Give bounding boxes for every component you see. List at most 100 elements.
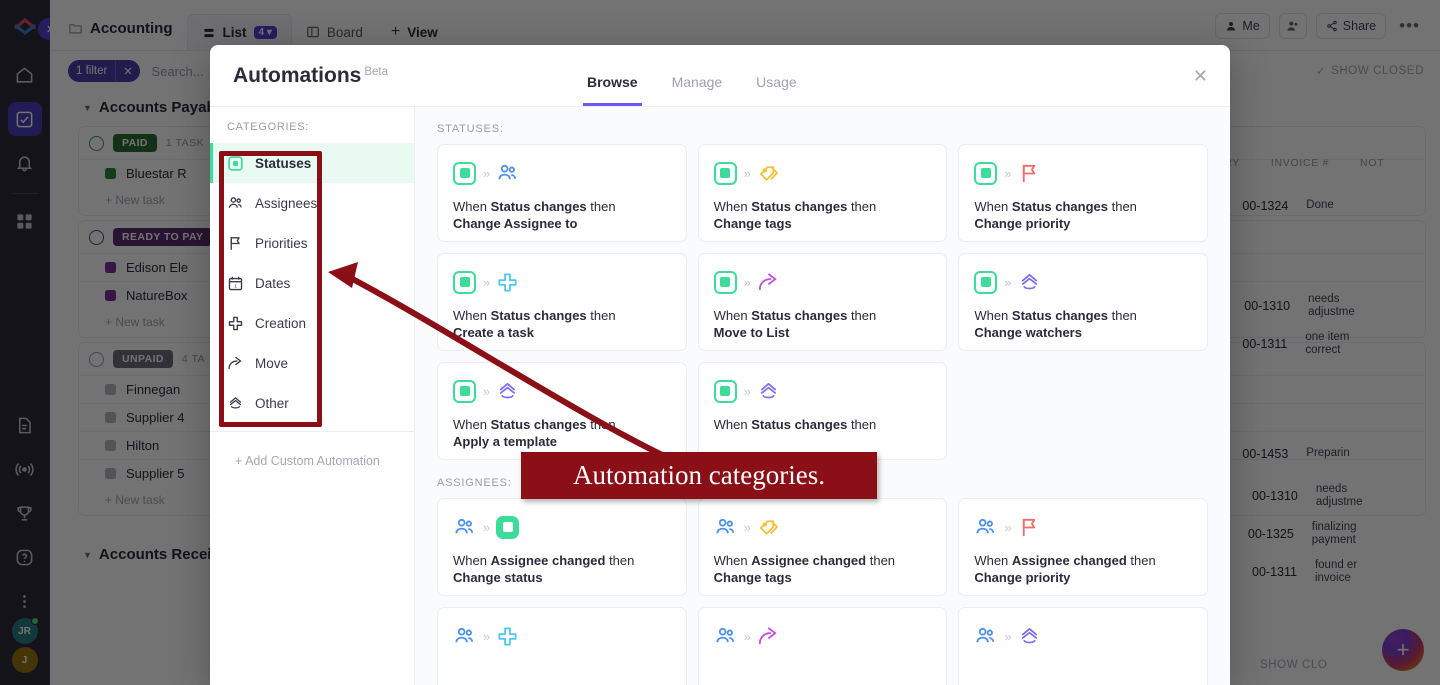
card-text: When Status changes then Change tags bbox=[714, 198, 932, 232]
automation-card[interactable]: » When Assignee changed then Change tags bbox=[697, 498, 948, 596]
trigger-suffix: then bbox=[586, 308, 616, 323]
chevrons-right-icon: » bbox=[1004, 519, 1011, 535]
svg-text:1: 1 bbox=[234, 283, 237, 289]
automation-card[interactable]: » When Status changes then Change tags bbox=[697, 144, 948, 242]
automation-card[interactable]: » When Status changes then Change watche… bbox=[958, 253, 1208, 351]
people-icon bbox=[498, 164, 517, 179]
status-icon bbox=[974, 270, 998, 294]
card-text: When Status changes then Move to List bbox=[714, 307, 932, 341]
action-name: Change watchers bbox=[974, 325, 1082, 341]
sidebar-item-creation[interactable]: Creation bbox=[210, 303, 414, 343]
automation-card[interactable]: » When Status changes then Move to List bbox=[697, 253, 948, 351]
status-icon bbox=[453, 379, 476, 403]
action-name: Apply a template bbox=[453, 434, 558, 450]
trigger-suffix: then bbox=[866, 553, 896, 568]
card-icons: » bbox=[974, 270, 1192, 294]
tab-manage[interactable]: Manage bbox=[668, 74, 727, 106]
chevrons-right-icon: » bbox=[1004, 165, 1011, 181]
trigger-prefix: When bbox=[713, 417, 752, 432]
trigger-suffix: then bbox=[1108, 199, 1137, 214]
chevrons-right-icon: » bbox=[483, 274, 490, 290]
trigger-suffix: then bbox=[1108, 308, 1137, 323]
tab-browse[interactable]: Browse bbox=[583, 74, 642, 106]
trigger-prefix: When bbox=[453, 308, 491, 323]
statuses-card-grid: » When Status changes then Change Assign… bbox=[437, 144, 1208, 460]
automation-card[interactable]: » When Status changes then Apply a templ… bbox=[437, 362, 687, 460]
card-text: When Status changes then Change watchers bbox=[974, 307, 1192, 341]
sidebar-item-other[interactable]: Other bbox=[210, 383, 414, 423]
assignees-card-grid: » When Assignee changed then Change stat… bbox=[437, 498, 1208, 685]
chevrons-right-icon: » bbox=[743, 165, 751, 181]
share-arrow-icon bbox=[227, 355, 244, 372]
people-icon bbox=[716, 518, 734, 533]
trigger-name: Status changes bbox=[490, 308, 587, 323]
share-arrow-icon bbox=[758, 626, 777, 644]
sidebar-item-label: Move bbox=[255, 355, 289, 371]
card-icons: » bbox=[453, 624, 671, 648]
sidebar-item-statuses[interactable]: Statuses bbox=[210, 143, 414, 183]
automations-browser: STATUSES: » When Status changes then Cha… bbox=[415, 107, 1230, 685]
chevrons-right-icon: » bbox=[1004, 274, 1011, 290]
tab-usage[interactable]: Usage bbox=[752, 74, 800, 106]
card-text: When Assignee changed then Change status bbox=[453, 552, 671, 586]
automation-card[interactable]: » When Assignee changed then Change prio… bbox=[958, 498, 1208, 596]
automation-card[interactable]: » When Status changes then Change priori… bbox=[958, 144, 1208, 242]
chevrons-right-icon: » bbox=[743, 274, 751, 290]
chevrons-right-icon: » bbox=[483, 165, 490, 181]
trigger-name: Status changes bbox=[751, 417, 848, 432]
card-icons: » bbox=[453, 161, 671, 185]
trigger-suffix: then bbox=[586, 199, 616, 214]
automation-card[interactable]: » bbox=[437, 607, 687, 685]
calendar-icon: 1 bbox=[227, 275, 244, 292]
card-text: When Status changes then Create a task bbox=[453, 307, 671, 341]
trigger-prefix: When bbox=[453, 417, 491, 432]
status-square-icon bbox=[227, 155, 244, 172]
modal-header: Automations Beta Browse Manage Usage ✕ bbox=[210, 45, 1230, 106]
automation-card[interactable]: » bbox=[958, 607, 1208, 685]
people-icon bbox=[455, 627, 474, 642]
people-icon bbox=[976, 627, 995, 642]
action-name: Create a task bbox=[453, 325, 534, 341]
trigger-prefix: When bbox=[974, 308, 1012, 323]
sidebar-item-dates[interactable]: 1 Dates bbox=[210, 263, 414, 303]
automation-card[interactable]: » When Status changes then Change Assign… bbox=[437, 144, 687, 242]
card-icons: » bbox=[453, 515, 671, 539]
card-text: When Assignee changed then Change priori… bbox=[974, 552, 1192, 586]
card-text: When Status changes then Change Assignee… bbox=[453, 198, 671, 232]
automation-card[interactable]: » When Status changes then Create a task bbox=[437, 253, 687, 351]
plus-square-icon bbox=[227, 315, 244, 332]
sidebar-item-label: Creation bbox=[255, 315, 307, 331]
card-icons: » bbox=[453, 270, 671, 294]
trigger-suffix: then bbox=[586, 417, 616, 432]
automation-card[interactable]: » When Status changes then bbox=[697, 362, 948, 460]
add-custom-automation-button[interactable]: + Add Custom Automation bbox=[210, 431, 414, 468]
beta-badge: Beta bbox=[364, 66, 388, 79]
trigger-name: Status changes bbox=[751, 308, 848, 323]
sidebar-item-assignees[interactable]: Assignees bbox=[210, 183, 414, 223]
trigger-prefix: When bbox=[453, 199, 491, 214]
sidebar-item-label: Statuses bbox=[255, 155, 312, 171]
trigger-suffix: then bbox=[847, 308, 877, 323]
trigger-name: Assignee changed bbox=[490, 553, 606, 568]
action-name: Change priority bbox=[974, 570, 1071, 586]
section-label-assignees: ASSIGNEES: bbox=[437, 477, 512, 489]
sidebar-item-move[interactable]: Move bbox=[210, 343, 414, 383]
trigger-prefix: When bbox=[453, 553, 491, 568]
trigger-name: Status changes bbox=[490, 199, 587, 214]
trigger-name: Status changes bbox=[751, 199, 848, 214]
tag-icon bbox=[759, 519, 778, 535]
sidebar-item-priorities[interactable]: Priorities bbox=[210, 223, 414, 263]
card-icons: » bbox=[713, 270, 932, 294]
status-icon bbox=[713, 379, 737, 403]
people-icon bbox=[227, 195, 244, 212]
modal-tabs: Browse Manage Usage bbox=[583, 74, 801, 106]
close-icon[interactable]: ✕ bbox=[1189, 63, 1212, 89]
watchers-icon bbox=[500, 382, 516, 398]
watchers-icon bbox=[1021, 273, 1037, 289]
status-icon bbox=[453, 161, 476, 185]
automation-card[interactable]: » bbox=[697, 607, 948, 685]
automation-card[interactable]: » When Assignee changed then Change stat… bbox=[437, 498, 687, 596]
sidebar-item-label: Other bbox=[255, 395, 289, 411]
card-icons: » bbox=[713, 161, 932, 185]
status-icon bbox=[713, 161, 737, 185]
